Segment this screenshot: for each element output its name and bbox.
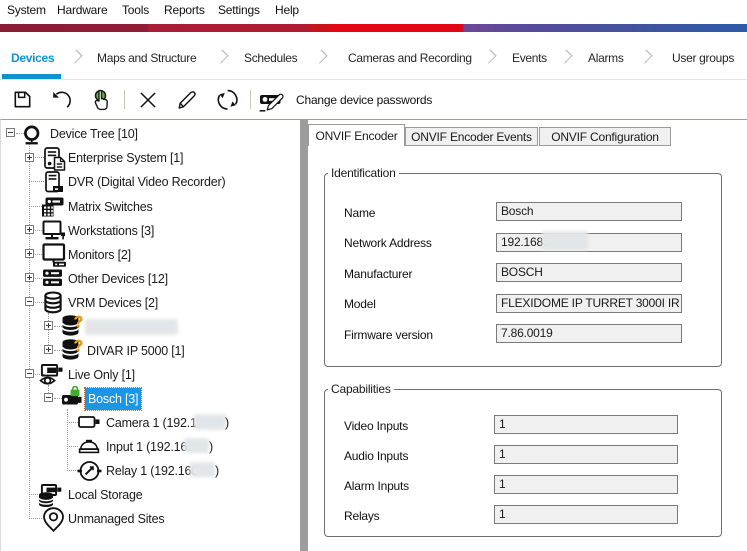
svg-text:?: ? bbox=[74, 314, 84, 331]
svg-text:?: ? bbox=[74, 338, 84, 355]
